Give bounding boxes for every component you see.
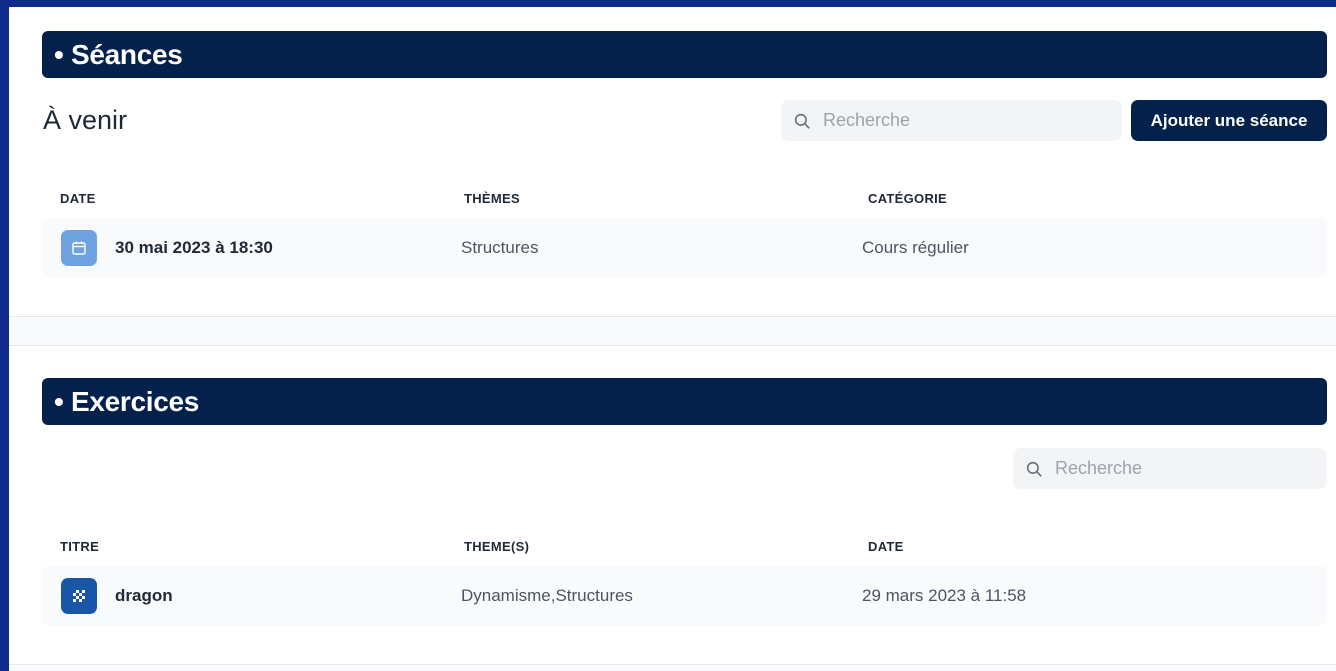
upcoming-subtitle: À venir (43, 105, 128, 135)
exercices-section-header: • Exercices (42, 378, 1327, 425)
seances-search-input[interactable] (823, 110, 1083, 131)
exercices-search-box[interactable] (1013, 448, 1327, 489)
seance-categorie: Cours régulier (862, 238, 969, 257)
bottom-band (9, 666, 1336, 671)
column-header-titre[interactable]: TITRE (60, 539, 99, 554)
search-icon (794, 113, 810, 129)
exercise-date: 29 mars 2023 à 11:58 (862, 586, 1027, 605)
table-row[interactable]: dragon Dynamisme,Structures 29 mars 2023… (42, 566, 1327, 625)
column-header-categorie[interactable]: CATÉGORIE (868, 191, 947, 206)
add-seance-button[interactable]: Ajouter une séance (1131, 100, 1327, 141)
column-header-date[interactable]: DATE (868, 539, 904, 554)
checkerboard-icon (61, 578, 97, 614)
app-frame: • Séances À venir Ajouter une séance DAT… (9, 7, 1336, 671)
seances-search-box[interactable] (781, 100, 1122, 141)
column-header-date[interactable]: DATE (60, 191, 96, 206)
exercise-themes: Dynamisme,Structures (461, 586, 633, 605)
column-header-themes[interactable]: THÈMES (464, 191, 520, 206)
seances-card: • Séances À venir Ajouter une séance DAT… (9, 7, 1336, 317)
search-icon (1026, 461, 1042, 477)
seances-section-header: • Séances (42, 31, 1327, 78)
column-header-themes[interactable]: THEME(S) (464, 539, 529, 554)
seance-themes: Structures (461, 238, 539, 257)
exercices-card: • Exercices TITRE THEME(S) DATE (9, 347, 1336, 665)
exercices-search-input[interactable] (1055, 458, 1315, 479)
seance-date: 30 mai 2023 à 18:30 (115, 238, 273, 257)
calendar-icon (61, 230, 97, 266)
table-row[interactable]: 30 mai 2023 à 18:30 Structures Cours rég… (42, 218, 1327, 277)
exercise-title: dragon (115, 586, 173, 605)
section-divider (9, 318, 1336, 346)
